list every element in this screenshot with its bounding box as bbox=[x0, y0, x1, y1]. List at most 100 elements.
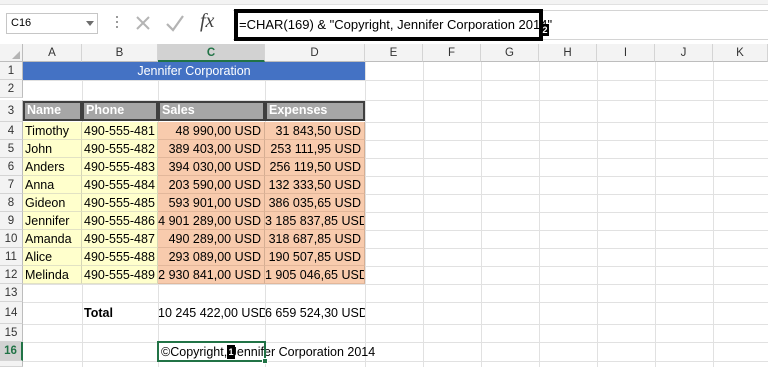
gridline bbox=[539, 62, 540, 367]
column-header-d[interactable]: D bbox=[265, 44, 365, 62]
header-name-cell[interactable]: Name bbox=[23, 101, 82, 121]
row-header-3[interactable]: 3 bbox=[0, 100, 23, 122]
gridline bbox=[23, 80, 768, 81]
ribbon-edge bbox=[0, 0, 768, 5]
row-header-2[interactable]: 2 bbox=[0, 80, 23, 98]
phone-cell[interactable]: 490-555-483 bbox=[82, 158, 158, 176]
row-header-16[interactable]: 16 bbox=[0, 342, 23, 361]
fill-handle[interactable] bbox=[262, 358, 268, 364]
column-header-i[interactable]: I bbox=[597, 44, 655, 62]
phone-cell[interactable]: 490-555-488 bbox=[82, 248, 158, 266]
expenses-cell[interactable]: 3 185 837,85 USD bbox=[265, 212, 365, 230]
column-header-f[interactable]: F bbox=[423, 44, 481, 62]
enter-check-icon[interactable] bbox=[164, 11, 186, 35]
name-cell[interactable]: Jennifer bbox=[23, 212, 82, 230]
row-header-15[interactable]: 15 bbox=[0, 324, 23, 342]
total-expenses-cell[interactable]: 6 659 524,30 USD bbox=[265, 304, 365, 322]
expenses-cell[interactable]: 318 687,85 USD bbox=[265, 230, 365, 248]
gridline bbox=[23, 302, 768, 303]
column-header-j[interactable]: J bbox=[655, 44, 713, 62]
column-header-g[interactable]: G bbox=[481, 44, 539, 62]
formula-highlight-box[interactable]: =CHAR(169) & "Copyright, Jennifer Corpor… bbox=[234, 9, 552, 41]
expenses-cell[interactable]: 386 035,65 USD bbox=[265, 194, 365, 212]
expenses-cell[interactable]: 256 119,50 USD bbox=[265, 158, 365, 176]
callout-badge-2: 2 bbox=[541, 24, 549, 36]
gridline bbox=[23, 324, 768, 325]
column-header-b[interactable]: B bbox=[82, 44, 158, 62]
phone-cell[interactable]: 490-555-481 bbox=[82, 122, 158, 140]
sales-cell[interactable]: 490 289,00 USD bbox=[158, 230, 265, 248]
column-header-h[interactable]: H bbox=[539, 44, 597, 62]
expenses-cell[interactable]: 31 843,50 USD bbox=[265, 122, 365, 140]
row-header-12[interactable]: 12 bbox=[0, 266, 23, 284]
column-header-k[interactable]: K bbox=[713, 44, 768, 62]
gridline bbox=[481, 62, 482, 367]
total-sales-cell[interactable]: 10 245 422,00 USD bbox=[158, 304, 265, 322]
row-header-10[interactable]: 10 bbox=[0, 230, 23, 248]
row-header-8[interactable]: 8 bbox=[0, 194, 23, 212]
row-header-17[interactable] bbox=[0, 361, 23, 367]
sales-cell[interactable]: 48 990,00 USD bbox=[158, 122, 265, 140]
callout-badge-1: 1 bbox=[227, 345, 235, 359]
phone-cell[interactable]: 490-555-489 bbox=[82, 266, 158, 284]
total-label-cell[interactable]: Total bbox=[82, 304, 158, 322]
expenses-cell[interactable]: 190 507,85 USD bbox=[265, 248, 365, 266]
sheet-title-cell[interactable]: Jennifer Corporation bbox=[23, 62, 365, 80]
gridline bbox=[23, 284, 768, 285]
dropdown-caret-icon[interactable] bbox=[86, 21, 94, 26]
name-cell[interactable]: John bbox=[23, 140, 82, 158]
worksheet-grid: A B C D E F G H I J K 1 2 3 4 5 6 7 8 9 … bbox=[0, 44, 768, 367]
insert-function-icon[interactable]: fx bbox=[200, 10, 214, 33]
cancel-x-icon[interactable] bbox=[132, 11, 154, 35]
gridline bbox=[597, 62, 598, 367]
sales-cell[interactable]: 293 089,00 USD bbox=[158, 248, 265, 266]
name-cell[interactable]: Anna bbox=[23, 176, 82, 194]
gridline bbox=[713, 62, 714, 367]
sales-cell[interactable]: 593 901,00 USD bbox=[158, 194, 265, 212]
name-cell[interactable]: Anders bbox=[23, 158, 82, 176]
sales-cell[interactable]: 389 403,00 USD bbox=[158, 140, 265, 158]
column-header-e[interactable]: E bbox=[365, 44, 423, 62]
phone-cell[interactable]: 490-555-485 bbox=[82, 194, 158, 212]
name-cell[interactable]: Gideon bbox=[23, 194, 82, 212]
name-cell[interactable]: Timothy bbox=[23, 122, 82, 140]
phone-cell[interactable]: 490-555-487 bbox=[82, 230, 158, 248]
name-cell[interactable]: Alice bbox=[23, 248, 82, 266]
gridline bbox=[423, 62, 424, 367]
row-header-1[interactable]: 1 bbox=[0, 62, 23, 80]
sales-cell[interactable]: 4 901 289,00 USD bbox=[158, 212, 265, 230]
drag-handle-icon[interactable] bbox=[116, 16, 119, 32]
active-cell-selection[interactable] bbox=[157, 341, 266, 362]
gridline bbox=[23, 361, 768, 362]
formula-text: =CHAR(169) & "Copyright, Jennifer Corpor… bbox=[239, 17, 553, 32]
phone-cell[interactable]: 490-555-482 bbox=[82, 140, 158, 158]
row-header-4[interactable]: 4 bbox=[0, 122, 23, 140]
expenses-cell[interactable]: 132 333,50 USD bbox=[265, 176, 365, 194]
row-header-11[interactable]: 11 bbox=[0, 248, 23, 266]
phone-cell[interactable]: 490-555-486 bbox=[82, 212, 158, 230]
expenses-cell[interactable]: 253 111,95 USD bbox=[265, 140, 365, 158]
row-header-6[interactable]: 6 bbox=[0, 158, 23, 176]
sales-cell[interactable]: 2 930 841,00 USD bbox=[158, 266, 265, 284]
sales-cell[interactable]: 394 030,00 USD bbox=[158, 158, 265, 176]
row-header-9[interactable]: 9 bbox=[0, 212, 23, 230]
name-cell[interactable]: Amanda bbox=[23, 230, 82, 248]
select-all-triangle-icon bbox=[12, 51, 20, 59]
row-header-5[interactable]: 5 bbox=[0, 140, 23, 158]
name-cell[interactable]: Melinda bbox=[23, 266, 82, 284]
row-header-14[interactable]: 14 bbox=[0, 302, 23, 324]
select-all-button[interactable] bbox=[0, 44, 23, 62]
name-box[interactable]: C16 bbox=[6, 13, 98, 34]
sales-cell[interactable]: 203 590,00 USD bbox=[158, 176, 265, 194]
row-header-13[interactable]: 13 bbox=[0, 284, 23, 302]
row-header-7[interactable]: 7 bbox=[0, 176, 23, 194]
header-expenses-cell[interactable]: Expenses bbox=[265, 101, 365, 121]
header-phone-cell[interactable]: Phone bbox=[82, 101, 158, 121]
column-header-c[interactable]: C bbox=[158, 44, 265, 62]
header-sales-cell[interactable]: Sales bbox=[158, 101, 265, 121]
gridline bbox=[365, 62, 366, 367]
expenses-cell[interactable]: 1 905 046,65 USD bbox=[265, 266, 365, 284]
column-header-a[interactable]: A bbox=[23, 44, 82, 62]
name-box-value: C16 bbox=[11, 17, 32, 29]
phone-cell[interactable]: 490-555-484 bbox=[82, 176, 158, 194]
